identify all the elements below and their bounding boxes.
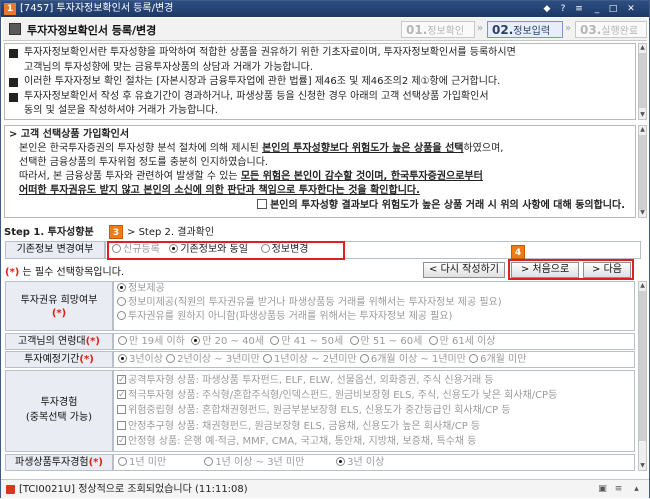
scroll-down-icon[interactable]: ▼ [639,209,646,217]
annotation-badge-3: 3 [109,225,123,239]
radio-not-provide[interactable]: 정보미제공(직원의 투자권유를 받거나 파생상품등 거래를 위해서는 투자자정보… [117,296,502,310]
form-scrollbar[interactable]: ▲ ▼ [638,281,647,471]
scroll-up-icon[interactable]: ▲ [639,126,646,134]
bullet-icon [9,49,18,58]
menu-icon[interactable]: ≡ [573,3,585,15]
scroll-down-icon[interactable]: ▼ [639,111,646,119]
checkbox-stable-seeking[interactable]: 안정추구형 상품: 채권형펀드, 원금보장형 ELS, 금융채, 신용도가 높은… [117,419,557,434]
scroll-up-icon[interactable]: ▲ [639,282,646,290]
page-header: 투자자정보확인서 등록/변경 01.정보확인 » 02.정보입력 » 03.실행… [3,18,647,41]
annotation-badge-4: 4 [511,245,525,259]
radio-age-20-40[interactable]: 만 20 ~ 40세 [191,336,264,347]
scroll-thumb[interactable] [639,291,646,441]
radio-age-41-50[interactable]: 만 41 ~ 50세 [270,336,343,347]
close-icon[interactable]: ✕ [625,3,637,15]
scroll-thumb[interactable] [639,53,646,108]
chevron-right-icon: » [477,23,484,34]
step-breadcrumb: Step 1. 투자성향분 [4,227,94,238]
radio-period-3y[interactable]: 3년이상 [118,354,163,365]
window-title: [7457] 투자자정보확인서 등록/변경 [20,3,174,14]
age-label: 고객님의 연령대(*) [5,333,113,350]
selected-product-title: > 고객 선택상품 가입확인서 [9,129,130,140]
radio-deriv-1y[interactable]: 1년 미만 [118,457,166,468]
rewrite-button[interactable]: < 다시 작성하기 [423,262,505,278]
radio-period-2-3y[interactable]: 2년이상 ~ 3년미만 [166,354,260,365]
status-bar: [TCI0021U] 정상적으로 조회되었습니다 (11:11:08) ▣ ≡ … [1,479,649,498]
scroll-up-icon[interactable]: ▲ [639,44,646,52]
help-icon[interactable]: ? [557,3,569,15]
derivatives-options: 1년 미만 1년 이상 ~ 3년 미만 3년 이상 [113,454,635,471]
notice-item: 투자자정보확인서란 투자성향을 파악하여 적합한 상품을 권유하기 위한 기초자… [9,46,631,75]
radio-age-51-60[interactable]: 만 51 ~ 60세 [349,336,422,347]
status-text: [TCI0021U] 정상적으로 조회되었습니다 (11:11:08) [19,484,248,495]
radio-period-1-2y[interactable]: 1년이상 ~ 2년미만 [263,354,357,365]
period-options: 3년이상 2년이상 ~ 3년미만 1년이상 ~ 2년미만 6개월 이상 ~ 1년… [113,351,635,368]
window: 1 [7457] 투자자정보확인서 등록/변경 ◆ ? ≡ _ □ ✕ 투자자정… [0,0,650,498]
print-icon[interactable]: ▣ [597,484,608,495]
scroll-down-icon[interactable]: ▼ [639,462,646,470]
bullet-icon [9,92,18,102]
list-icon[interactable]: ≡ [613,484,624,495]
selected-product-scrollbar[interactable]: ▲ ▼ [638,125,647,218]
bullet-icon [9,78,18,87]
required-note: (*) 는 필수 선택항목입니다. [5,267,125,278]
radio-no-advice[interactable]: 투자권유를 원하지 아니함(파생상품등 거래를 위해서는 투자자정보 제공 필요… [117,310,502,324]
document-icon [9,23,21,35]
derivatives-label: 파생상품투자경험(*) [5,454,113,471]
chevron-right-icon: » [565,23,572,34]
notice-box: 투자자정보확인서란 투자성향을 파악하여 적합한 상품을 권유하기 위한 기초자… [4,43,636,120]
basic-change-label: 기존정보 변경여부 [5,241,105,259]
step-indicator-1: 01.정보확인 [401,21,475,38]
pin-icon[interactable]: ◆ [541,3,553,15]
page-title: 투자자정보확인서 등록/변경 [27,24,157,37]
step2-link[interactable]: Step 2. 결과확인 [139,227,214,238]
minimize-icon[interactable]: _ [591,3,603,15]
radio-period-6m[interactable]: 6개월 미만 [469,354,526,365]
selected-product-box: > 고객 선택상품 가입확인서 본인은 한국투자증권의 투자성향 분석 절차에 … [4,125,636,218]
radio-age-61[interactable]: 만 61세 이상 [428,336,496,347]
scroll-thumb[interactable] [639,135,646,210]
checkbox-neutral[interactable]: 위험중립형 상품: 혼합채권형펀드, 원금부분보장형 ELS, 신용도가 중간등… [117,403,557,418]
hope-label: 투자권유 희망여부 (*) [5,281,113,331]
highlight-box-3 [107,241,345,260]
status-icon [6,485,15,494]
checkbox-aggressive[interactable]: 공격투자형 상품: 파생상품 투자펀드, ELF, ELW, 선물옵션, 외화증… [117,373,557,388]
checkbox-stable[interactable]: 안정형 상품: 은행 예·적금, MMF, CMA, 국고채, 통안채, 지방채… [117,434,557,449]
radio-deriv-1-3y[interactable]: 1년 이상 ~ 3년 미만 [204,457,304,468]
expand-icon[interactable]: ▴ [631,484,642,495]
step-indicator-3: 03.실행완료 [575,21,647,38]
period-label: 투자예정기간(*) [5,351,113,368]
age-options: 만 19세 이하 만 20 ~ 40세 만 41 ~ 50세 만 51 ~ 60… [113,333,635,350]
radio-period-6m-1y[interactable]: 6개월 이상 ~ 1년미만 [359,354,466,365]
experience-label: 투자경험 (중복선택 가능) [5,370,113,452]
notice-item: 이러한 투자자정보 확인 절차는 [자본시장과 금융투자업에 관한 법률] 제4… [9,75,631,90]
maximize-icon[interactable]: □ [607,3,619,15]
agree-checkbox[interactable]: 본인의 투자성향 결과보다 위험도가 높은 상품 거래 시 위의 사항에 대해 … [257,199,625,213]
highlight-box-4 [508,259,634,280]
title-bar: 1 [7457] 투자자정보확인서 등록/변경 ◆ ? ≡ _ □ ✕ [1,1,649,17]
checkbox-active[interactable]: 적극투자형 상품: 주식형/혼합주식형/인덱스펀드, 원금비보장형 ELS, 주… [117,388,557,403]
window-number-badge: 1 [4,3,16,15]
notice-item: 투자자정보확인서 작성 후 유효기간이 경과하거나, 파생상품 등을 신청한 경… [9,90,631,119]
checkbox[interactable] [257,199,268,209]
radio-age-19[interactable]: 만 19세 이하 [118,336,185,347]
step-indicator-2: 02.정보입력 [487,21,563,38]
radio-provide[interactable]: 정보제공 [117,282,502,296]
notice-scrollbar[interactable]: ▲ ▼ [638,43,647,120]
radio-deriv-3y[interactable]: 3년 이상 [336,457,384,468]
